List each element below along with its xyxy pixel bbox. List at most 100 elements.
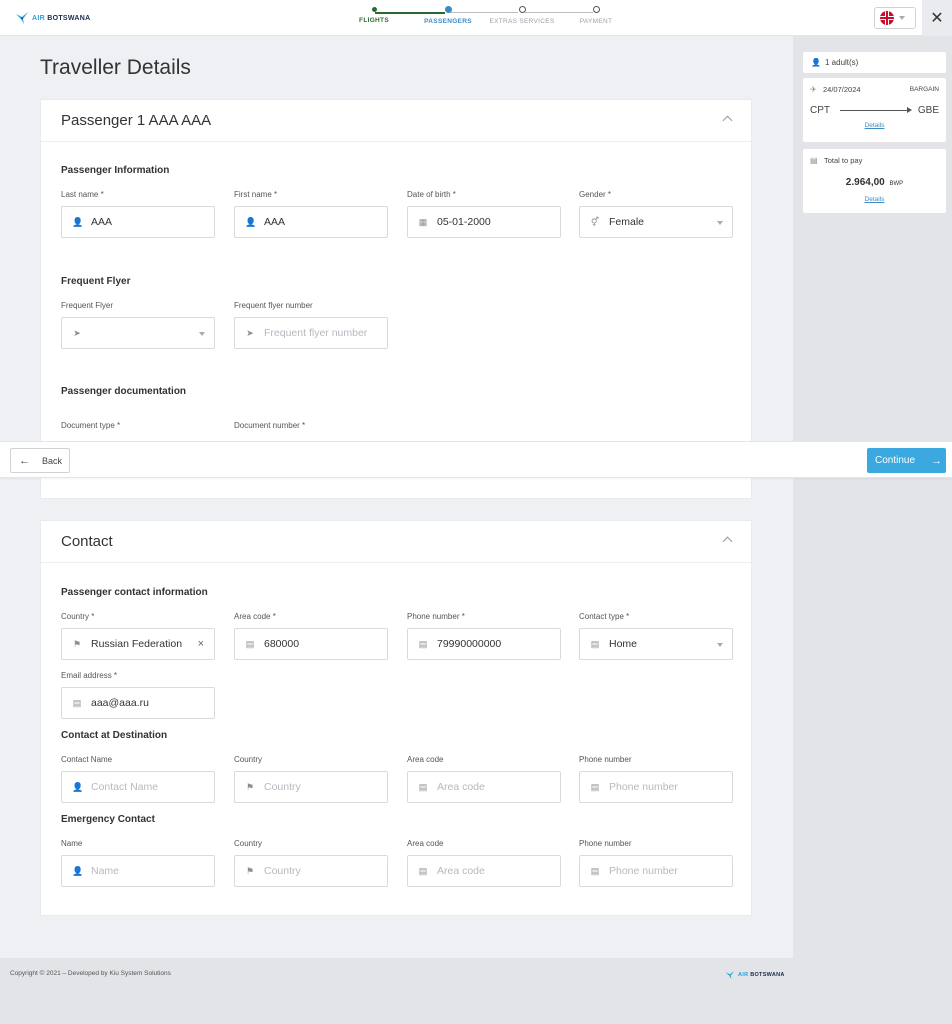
dest-phone-label: Phone number — [579, 755, 632, 764]
clear-icon[interactable]: × — [198, 638, 204, 650]
first-name-label: First name * — [234, 190, 278, 199]
dest-area-code-placeholder: Area code — [437, 781, 485, 793]
chevron-down-icon — [899, 16, 905, 20]
dest-country-placeholder: Country — [264, 781, 301, 793]
document-type-label: Document type * — [61, 421, 121, 430]
contact-type-label: Contact type * — [579, 612, 630, 621]
gender-select[interactable]: ⚥ Female — [579, 206, 733, 238]
step-extras-services[interactable]: EXTRAS SERVICES — [487, 6, 557, 25]
step-label: PASSENGERS — [424, 18, 472, 25]
dest-country-label: Country — [234, 755, 263, 764]
page-title: Traveller Details — [40, 56, 191, 79]
phone-number-value: 79990000000 — [437, 638, 502, 650]
frequent-flyer-number-input[interactable]: ➤ Frequent flyer number — [234, 317, 388, 349]
chevron-up-icon[interactable] — [722, 536, 733, 547]
dest-name-input[interactable]: 👤 Contact Name — [61, 771, 215, 803]
emergency-phone-input[interactable]: ▤ Phone number — [579, 855, 733, 887]
bird-logo-icon — [16, 12, 28, 24]
first-name-input[interactable]: 👤 AAA — [234, 206, 388, 238]
passenger-count: 1 adult(s) — [825, 58, 859, 67]
first-name-value: AAA — [264, 216, 286, 228]
total-amount: 2.964,00 — [845, 177, 885, 188]
passenger-count-card: 👤 1 adult(s) — [803, 52, 946, 73]
id-card-icon: ▤ — [418, 866, 428, 876]
passenger-contact-heading: Passenger contact information — [61, 587, 208, 598]
contact-card-header[interactable]: Contact — [41, 521, 751, 563]
email-input[interactable]: ▤ aaa@aaa.ru — [61, 687, 215, 719]
airline-logo[interactable]: AIR BOTSWANA — [15, 11, 90, 25]
copyright-text: Copyright © 2021 – Developed by Kiu Syst… — [10, 970, 171, 977]
emergency-contact-heading: Emergency Contact — [61, 814, 155, 825]
chevron-down-icon — [717, 221, 723, 225]
top-bar: AIR BOTSWANA FLIGHTS PASSENGERS EXTRAS S… — [0, 0, 952, 36]
back-button[interactable]: ← Back — [10, 448, 70, 473]
bird-logo-icon — [725, 970, 735, 980]
frequent-flyer-select[interactable]: ➤ — [61, 317, 215, 349]
id-card-icon: ▤ — [590, 866, 600, 876]
step-payment[interactable]: PAYMENT — [561, 6, 631, 25]
emergency-area-code-input[interactable]: ▤ Area code — [407, 855, 561, 887]
id-card-icon: ▤ — [418, 782, 428, 792]
contact-type-select[interactable]: ▤ Home — [579, 628, 733, 660]
chevron-down-icon — [199, 332, 205, 336]
flag-icon: ⚑ — [245, 866, 255, 876]
emergency-phone-label: Phone number — [579, 839, 632, 848]
money-icon: ▤ — [810, 155, 818, 165]
close-button[interactable]: ✕ — [922, 0, 952, 36]
emergency-country-select[interactable]: ⚑ Country — [234, 855, 388, 887]
step-dot — [371, 7, 377, 12]
arrow-left-icon: ← — [19, 454, 30, 467]
logo-prefix: AIR — [32, 14, 45, 22]
destination-code: GBE — [917, 105, 939, 116]
step-flights[interactable]: FLIGHTS — [339, 6, 409, 24]
footer-logo-prefix: AIR — [738, 972, 749, 978]
gender-value: Female — [609, 216, 645, 228]
language-select[interactable] — [874, 7, 916, 29]
user-icon: 👤 — [72, 866, 84, 876]
logo-text: BOTSWANA — [47, 14, 91, 22]
emergency-phone-placeholder: Phone number — [609, 865, 678, 877]
contact-destination-heading: Contact at Destination — [61, 730, 168, 741]
passenger-card-header[interactable]: Passenger 1 AAA AAA — [41, 100, 751, 142]
passenger-info-heading: Passenger Information — [61, 165, 170, 176]
last-name-label: Last name * — [61, 190, 104, 199]
emergency-name-input[interactable]: 👤 Name — [61, 855, 215, 887]
dob-value: 05-01-2000 — [437, 216, 491, 228]
flight-details-link[interactable]: Details — [810, 122, 939, 129]
route-arrow — [840, 107, 912, 113]
step-dot — [518, 6, 526, 13]
emergency-name-placeholder: Name — [91, 865, 120, 877]
dest-country-select[interactable]: ⚑ Country — [234, 771, 388, 803]
flag-icon: ⚑ — [72, 639, 82, 649]
id-card-icon: ▤ — [245, 639, 255, 649]
frequent-flyer-label: Frequent Flyer — [61, 301, 114, 310]
contact-card: Contact Passenger contact information Co… — [40, 520, 752, 916]
flight-date: 24/07/2024 — [823, 85, 861, 94]
gender-icon: ⚥ — [590, 217, 600, 227]
frequent-flyer-heading: Frequent Flyer — [61, 276, 131, 287]
phone-number-input[interactable]: ▤ 79990000000 — [407, 628, 561, 660]
passenger-documentation-heading: Passenger documentation — [61, 386, 187, 397]
total-currency: BWP — [889, 181, 904, 187]
back-label: Back — [42, 455, 63, 466]
country-value: Russian Federation — [91, 638, 183, 650]
last-name-input[interactable]: 👤 AAA — [61, 206, 215, 238]
chevron-up-icon[interactable] — [722, 115, 733, 126]
dest-phone-input[interactable]: ▤ Phone number — [579, 771, 733, 803]
id-card-icon: ▤ — [590, 639, 600, 649]
booking-summary-panel: 👤 1 adult(s) ✈ 24/07/2024 BARGAIN CPT GB… — [793, 36, 952, 1024]
dest-area-code-input[interactable]: ▤ Area code — [407, 771, 561, 803]
step-label: PAYMENT — [579, 18, 613, 25]
total-details-link[interactable]: Details — [810, 196, 939, 203]
user-icon: 👤 — [245, 217, 257, 227]
emergency-area-code-placeholder: Area code — [437, 865, 485, 877]
dest-name-placeholder: Contact Name — [91, 781, 159, 793]
continue-button[interactable]: Continue → — [867, 448, 946, 473]
user-icon: 👤 — [811, 57, 821, 67]
country-select[interactable]: ⚑ Russian Federation × — [61, 628, 215, 660]
origin-code: CPT — [810, 105, 830, 116]
area-code-input[interactable]: ▤ 680000 — [234, 628, 388, 660]
dob-input[interactable]: ▦ 05-01-2000 — [407, 206, 561, 238]
emergency-name-label: Name — [61, 839, 83, 848]
step-passengers[interactable]: PASSENGERS — [413, 6, 483, 25]
